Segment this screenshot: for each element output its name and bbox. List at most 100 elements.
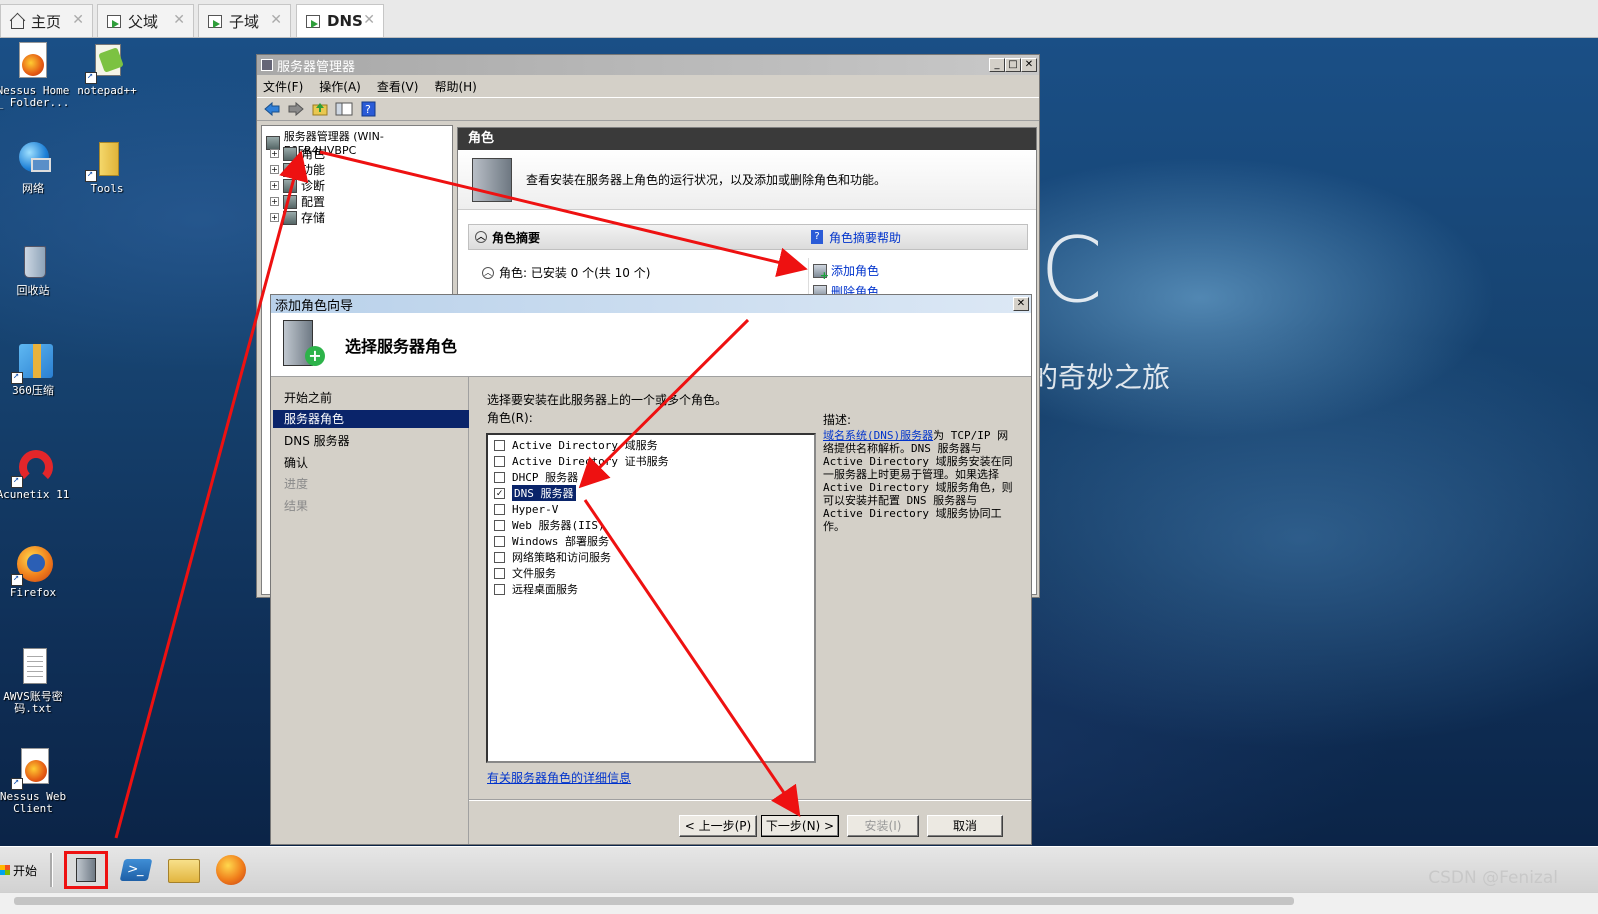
step-server-roles[interactable]: 服务器角色 <box>273 410 469 428</box>
minimize-button[interactable]: _ <box>989 58 1005 72</box>
step-before-you-begin[interactable]: 开始之前 <box>273 389 469 407</box>
add-roles-icon: + <box>813 263 829 281</box>
expand-icon[interactable]: + <box>270 197 279 206</box>
role-checkbox[interactable] <box>494 551 505 563</box>
taskbar-firefox[interactable] <box>210 851 254 889</box>
collapse-icon[interactable]: ︿ <box>482 266 494 279</box>
desktop-icon-acunetix[interactable]: Acunetix 11 <box>0 446 70 501</box>
close-button[interactable]: ✕ <box>1013 297 1029 311</box>
tree-item-roles[interactable]: + 角色 <box>270 145 325 162</box>
desktop-icon-network[interactable]: 网络 <box>0 140 70 195</box>
forward-arrow-icon[interactable] <box>287 101 305 117</box>
menu-view[interactable]: 查看(V) <box>377 78 419 95</box>
roles-summary-help-link[interactable]: ? 角色摘要帮助 <box>811 229 901 246</box>
taskbar-powershell[interactable]: >_ <box>114 851 158 889</box>
role-checkbox[interactable] <box>494 535 505 547</box>
expand-icon[interactable]: + <box>270 213 279 222</box>
close-icon[interactable]: ✕ <box>363 12 375 28</box>
diagnostics-icon <box>283 178 297 193</box>
close-icon[interactable]: ✕ <box>72 12 84 28</box>
watermark: CSDN @Fenizal <box>1428 868 1558 888</box>
step-results: 结果 <box>284 499 309 513</box>
windows-logo-icon <box>0 865 10 875</box>
acunetix-icon <box>11 446 53 488</box>
features-icon <box>283 162 297 177</box>
vm-tab-home[interactable]: 主页 ✕ <box>0 4 93 37</box>
firefox-icon <box>216 855 246 885</box>
desktop-icon-nessus-home[interactable]: Nessus Home _ Folder... <box>0 42 70 109</box>
tree-item-configuration[interactable]: + 配置 <box>270 193 325 210</box>
separator <box>469 799 1031 800</box>
role-rds[interactable]: 远程桌面服务 <box>494 581 578 597</box>
taskbar-server-manager[interactable] <box>64 851 108 889</box>
vm-tab-child-domain[interactable]: 子域 ✕ <box>198 4 291 37</box>
menu-action[interactable]: 操作(A) <box>319 78 361 95</box>
role-ad-ds[interactable]: Active Directory 域服务 <box>494 437 658 453</box>
step-dns-server[interactable]: DNS 服务器 <box>273 432 469 450</box>
desktop-icon-tools[interactable]: Tools <box>70 140 144 195</box>
cancel-button[interactable]: 取消 <box>927 815 1003 837</box>
step-progress: 进度 <box>284 477 309 491</box>
desktop-icon-notepad[interactable]: notepad++ <box>70 42 144 97</box>
up-folder-icon[interactable] <box>311 101 329 117</box>
more-info-link[interactable]: 有关服务器角色的详细信息 <box>487 769 631 786</box>
role-iis[interactable]: Web 服务器(IIS) <box>494 517 605 533</box>
help-icon[interactable]: ? <box>359 101 377 117</box>
expand-icon[interactable]: + <box>270 149 279 158</box>
dns-description-link[interactable]: 域名系统(DNS)服务器 <box>823 429 933 442</box>
role-dhcp[interactable]: DHCP 服务器 <box>494 469 578 485</box>
toolbar: ? <box>257 97 1039 121</box>
role-checkbox[interactable] <box>494 439 505 451</box>
back-arrow-icon[interactable] <box>263 101 281 117</box>
desktop-icon-firefox[interactable]: Firefox <box>0 544 70 599</box>
roles-summary-header[interactable]: ︿ 角色摘要 ? 角色摘要帮助 <box>468 224 1028 250</box>
wallpaper-letter: C <box>1040 218 1103 323</box>
role-hyper-v[interactable]: Hyper-V <box>494 501 558 517</box>
vm-tab-dns[interactable]: DNS ✕ <box>296 4 384 37</box>
vm-tab-parent-domain[interactable]: 父域 ✕ <box>97 4 194 37</box>
desktop-icon-recycle-bin[interactable]: 回收站 <box>0 242 70 297</box>
scrollbar-thumb[interactable] <box>14 897 1294 905</box>
roles-list[interactable]: Active Directory 域服务 Active Directory 证书… <box>486 433 816 763</box>
next-button[interactable]: 下一步(N) > <box>761 815 839 837</box>
expand-icon[interactable]: + <box>270 181 279 190</box>
close-button[interactable]: ✕ <box>1021 58 1037 72</box>
maximize-button[interactable]: □ <box>1005 58 1021 72</box>
show-hide-tree-icon[interactable] <box>335 101 353 117</box>
collapse-icon[interactable]: ︿ <box>475 231 487 243</box>
add-roles-link[interactable]: + 添加角色 <box>809 258 1018 281</box>
vm-icon <box>305 13 321 29</box>
home-icon <box>9 13 25 29</box>
horizontal-scrollbar[interactable] <box>0 892 1598 914</box>
role-checkbox-checked[interactable]: ✓ <box>494 487 505 499</box>
tree-item-diagnostics[interactable]: + 诊断 <box>270 177 325 194</box>
role-npas[interactable]: 网络策略和访问服务 <box>494 549 611 565</box>
expand-icon[interactable]: + <box>270 165 279 174</box>
menu-file[interactable]: 文件(F) <box>263 78 303 95</box>
tree-item-features[interactable]: + 功能 <box>270 161 325 178</box>
desktop-icon-awvs-txt[interactable]: AWVS账号密码.txt <box>0 648 70 715</box>
role-checkbox[interactable] <box>494 503 505 515</box>
role-checkbox[interactable] <box>494 471 505 483</box>
role-file-services[interactable]: 文件服务 <box>494 565 556 581</box>
start-button[interactable]: 开始 <box>0 855 44 885</box>
close-icon[interactable]: ✕ <box>173 12 185 28</box>
tree-item-storage[interactable]: + 存储 <box>270 209 325 226</box>
role-checkbox[interactable] <box>494 567 505 579</box>
desktop-icon-360zip[interactable]: 360压缩 <box>0 342 70 397</box>
server-manager-titlebar: 服务器管理器 _ □ ✕ <box>257 55 1039 75</box>
taskbar-explorer[interactable] <box>162 851 206 889</box>
step-confirmation[interactable]: 确认 <box>273 454 469 472</box>
storage-icon <box>283 210 297 225</box>
close-icon[interactable]: ✕ <box>270 12 282 28</box>
pane-header: 查看安装在服务器上角色的运行状况，以及添加或删除角色和功能。 <box>458 150 1036 210</box>
role-checkbox[interactable] <box>494 519 505 531</box>
role-checkbox[interactable] <box>494 455 505 467</box>
role-wds[interactable]: Windows 部署服务 <box>494 533 609 549</box>
role-dns[interactable]: ✓ DNS 服务器 <box>494 485 576 501</box>
menu-help[interactable]: 帮助(H) <box>434 78 476 95</box>
role-ad-cs[interactable]: Active Directory 证书服务 <box>494 453 669 469</box>
role-checkbox[interactable] <box>494 583 505 595</box>
desktop-icon-nessus-web[interactable]: Nessus Web Client <box>0 748 70 815</box>
back-button[interactable]: < 上一步(P) <box>679 815 757 837</box>
